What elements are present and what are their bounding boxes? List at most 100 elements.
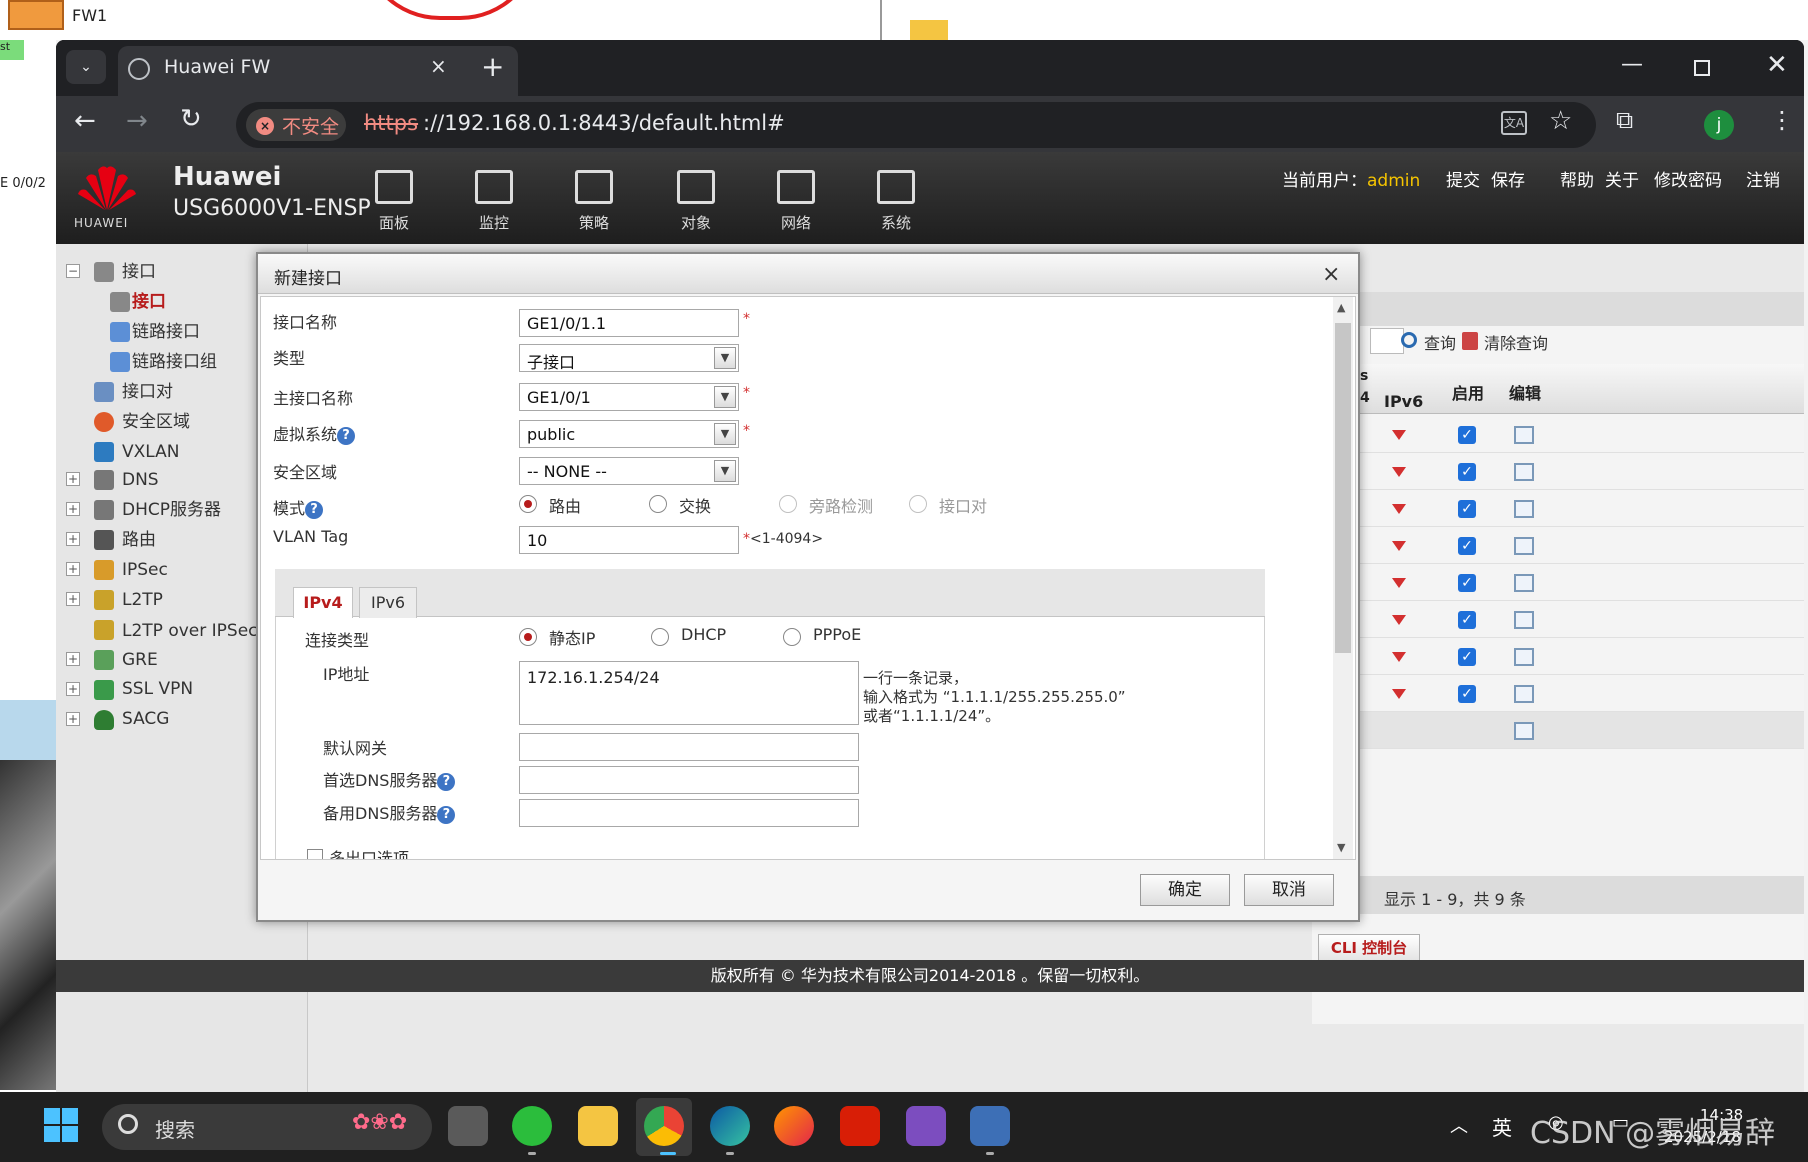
wps-icon[interactable] — [840, 1106, 880, 1146]
new-tab-icon[interactable]: + — [481, 50, 504, 83]
nav-object[interactable]: 对象 — [666, 170, 726, 244]
tab-ipv6[interactable]: IPv6 — [359, 587, 417, 618]
scroll-up-icon[interactable]: ▲ — [1337, 301, 1345, 314]
task-view-icon[interactable] — [448, 1106, 488, 1146]
window-close-icon[interactable]: ✕ — [1766, 50, 1788, 80]
reload-icon[interactable]: ↻ — [180, 104, 202, 134]
sidebar-item-security-zone[interactable]: 安全区域 — [122, 409, 190, 435]
expand-icon[interactable]: + — [66, 652, 80, 666]
query-button[interactable]: 查询 — [1424, 330, 1456, 354]
nav-policy[interactable]: 策略 — [564, 170, 624, 244]
tab-search-icon[interactable]: ⌄ — [66, 50, 106, 84]
save-link[interactable]: 保存 — [1491, 166, 1525, 191]
change-password-link[interactable]: 修改密码 — [1654, 166, 1722, 191]
expand-icon[interactable]: + — [66, 712, 80, 726]
table-row[interactable] — [1359, 675, 1804, 712]
sidebar-item-l2tp[interactable]: L2TP — [122, 587, 163, 613]
enable-checkbox[interactable]: ✓ — [1458, 611, 1476, 629]
back-arrow-icon[interactable]: ← — [74, 106, 96, 136]
dhcp-radio[interactable] — [651, 628, 669, 646]
extensions-icon[interactable]: ⧉ — [1616, 106, 1633, 134]
table-row[interactable] — [1359, 453, 1804, 490]
nav-monitor[interactable]: 监控 — [464, 170, 524, 244]
sidebar-item-l2tp-over-ipsec[interactable]: L2TP over IPSec — [122, 618, 258, 644]
logout-link[interactable]: 注销 — [1746, 166, 1780, 191]
nav-network[interactable]: 网络 — [766, 170, 826, 244]
close-tab-icon[interactable]: × — [430, 54, 447, 78]
tab-ipv4[interactable]: IPv4 — [293, 587, 353, 618]
sidebar-item-interface-group[interactable]: 接口 — [122, 259, 156, 285]
mode-bypass-radio[interactable] — [779, 495, 797, 513]
translate-icon[interactable]: 文A — [1501, 111, 1527, 135]
expand-icon[interactable]: + — [66, 682, 80, 696]
collapse-icon[interactable]: − — [66, 264, 80, 278]
multi-egress-checkbox[interactable] — [307, 849, 323, 859]
visual-studio-icon[interactable] — [906, 1106, 946, 1146]
sidebar-item-link-interface-group[interactable]: 链路接口组 — [132, 349, 217, 375]
cli-console-button[interactable]: CLI 控制台 — [1318, 934, 1420, 962]
table-row[interactable] — [1359, 712, 1804, 749]
security-zone-select[interactable]: -- NONE -- ▼ — [519, 457, 739, 485]
expand-icon[interactable]: + — [66, 562, 80, 576]
edit-icon[interactable] — [1514, 463, 1534, 481]
edit-icon[interactable] — [1514, 500, 1534, 518]
table-row[interactable] — [1359, 638, 1804, 675]
expand-icon[interactable]: + — [66, 532, 80, 546]
sidebar-item-ssl-vpn[interactable]: SSL VPN — [122, 676, 193, 702]
cancel-button[interactable]: 取消 — [1244, 874, 1334, 906]
vlan-tag-input[interactable]: 10 — [519, 526, 739, 554]
parent-interface-select[interactable]: GE1/0/1 ▼ — [519, 383, 739, 411]
file-explorer-icon[interactable] — [578, 1106, 618, 1146]
expand-icon[interactable]: + — [66, 502, 80, 516]
ensp-icon[interactable] — [970, 1106, 1010, 1146]
sidebar-item-ipsec[interactable]: IPSec — [122, 557, 168, 583]
sidebar-item-sacg[interactable]: SACG — [122, 706, 169, 732]
type-select[interactable]: 子接口 ▼ — [519, 344, 739, 372]
expand-icon[interactable]: + — [66, 472, 80, 486]
firewall-device-icon[interactable] — [8, 0, 64, 30]
forward-arrow-icon[interactable]: → — [126, 106, 148, 136]
help-link[interactable]: 帮助 — [1560, 166, 1594, 191]
windows-start-icon[interactable] — [44, 1108, 80, 1144]
help-icon[interactable]: ? — [337, 426, 356, 445]
sidebar-item-gre[interactable]: GRE — [122, 647, 158, 673]
primary-dns-input[interactable] — [519, 766, 859, 794]
secondary-dns-input[interactable] — [519, 799, 859, 827]
sidebar-item-dhcp-server[interactable]: DHCP服务器 — [122, 497, 221, 523]
table-row[interactable] — [1359, 527, 1804, 564]
minimize-icon[interactable]: — — [1621, 52, 1643, 77]
chevron-up-icon[interactable]: ︿ — [1450, 1112, 1468, 1138]
table-row[interactable] — [1359, 416, 1804, 453]
enable-checkbox[interactable]: ✓ — [1458, 426, 1476, 444]
confirm-button[interactable]: 确定 — [1140, 874, 1230, 906]
mode-switch-radio[interactable] — [649, 495, 667, 513]
input-language[interactable]: 英 — [1492, 1112, 1512, 1141]
scroll-down-icon[interactable]: ▼ — [1337, 841, 1345, 854]
table-row[interactable] — [1359, 601, 1804, 638]
pppoe-radio[interactable] — [783, 628, 801, 646]
wechat-icon[interactable] — [512, 1106, 552, 1146]
edit-icon[interactable] — [1514, 648, 1534, 666]
firefox-icon[interactable] — [774, 1106, 814, 1146]
about-link[interactable]: 关于 — [1605, 166, 1639, 191]
enable-checkbox[interactable]: ✓ — [1458, 685, 1476, 703]
vsys-select[interactable]: public ▼ — [519, 420, 739, 448]
mode-route-radio[interactable] — [519, 495, 537, 513]
expand-icon[interactable]: + — [66, 592, 80, 606]
enable-checkbox[interactable]: ✓ — [1458, 463, 1476, 481]
search-input[interactable] — [1370, 328, 1404, 354]
edit-icon[interactable] — [1514, 574, 1534, 592]
sidebar-item-link-interface[interactable]: 链路接口 — [132, 319, 200, 345]
ip-address-textarea[interactable]: 172.16.1.254/24 — [519, 661, 859, 725]
help-icon[interactable]: ? — [437, 805, 456, 824]
profile-avatar[interactable]: j — [1704, 110, 1734, 140]
sidebar-item-dns[interactable]: DNS — [122, 467, 159, 493]
enable-checkbox[interactable]: ✓ — [1458, 574, 1476, 592]
sidebar-item-interface-pair[interactable]: 接口对 — [122, 379, 173, 405]
nav-dashboard[interactable]: 面板 — [364, 170, 424, 244]
table-row[interactable] — [1359, 490, 1804, 527]
help-icon[interactable]: ? — [305, 500, 324, 519]
sidebar-item-interface[interactable]: 接口 — [132, 289, 166, 315]
edit-icon[interactable] — [1514, 722, 1534, 740]
edit-icon[interactable] — [1514, 611, 1534, 629]
